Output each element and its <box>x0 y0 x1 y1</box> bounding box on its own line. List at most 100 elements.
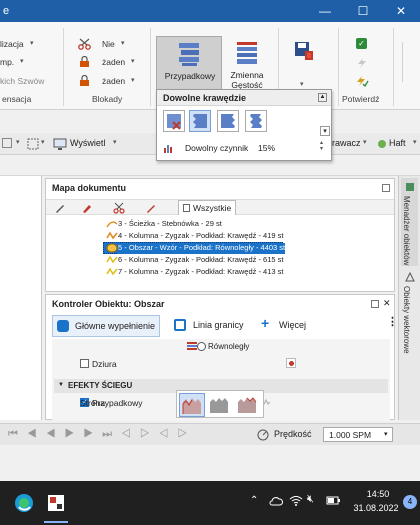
tab-glowne-wypelnienie[interactable]: Główne wypełnienie <box>52 315 160 337</box>
strona-option-both[interactable] <box>235 393 261 417</box>
design-canvas[interactable] <box>0 176 42 420</box>
app-icon[interactable] <box>46 493 66 513</box>
section-title: EFEKTY ŚCIEGU <box>68 381 133 390</box>
wyswietl-menu[interactable]: Wyświetl <box>70 138 105 148</box>
factor-spinner[interactable]: ▴ ▾ <box>320 140 323 152</box>
radio-rownolegly[interactable] <box>197 342 206 351</box>
lightning-check-icon[interactable] <box>355 75 369 87</box>
speed-icon <box>257 429 269 441</box>
chevron-down-icon[interactable]: ▾ <box>16 138 20 146</box>
random-edges-dropdown: Dowolne krawędzie ▲ ▾ Dowolny czynnik 15… <box>156 89 332 161</box>
both-sides-icon <box>238 397 257 413</box>
clock-time[interactable]: 14:50 <box>352 489 404 499</box>
list-scrollbar[interactable] <box>382 219 392 289</box>
pen-icon[interactable] <box>54 202 66 214</box>
column-icon <box>106 231 118 240</box>
chevron-up-icon[interactable]: ⌃ <box>250 495 258 506</box>
left-edge-icon <box>193 114 207 128</box>
doc-map-panel: Mapa dokumentu Wszystkie 3 - Ścieżka - S… <box>45 178 395 292</box>
tab-wiecej[interactable]: Więcej <box>279 320 306 330</box>
chevron-down-icon[interactable]: ▾ <box>121 39 125 47</box>
edge-option-left[interactable] <box>189 110 211 132</box>
factor-icon <box>164 145 172 153</box>
chevron-down-icon[interactable]: ▾ <box>20 57 24 65</box>
volume-muted-icon[interactable]: 🔇︎ <box>307 493 314 506</box>
list-item[interactable]: 7 - Kolumna - Zygzak - Podkład: Krawędź … <box>118 267 284 278</box>
chevron-down-icon[interactable]: ▾ <box>41 138 45 146</box>
cloud-icon[interactable] <box>269 495 283 507</box>
dziura-checkbox[interactable] <box>80 359 89 368</box>
checkmark-icon[interactable]: ✓ <box>356 38 367 49</box>
blokady-zaden-2[interactable]: żaden <box>102 76 125 86</box>
haft-menu[interactable]: Haft <box>389 138 406 148</box>
list-item[interactable]: 4 - Kolumna - Zygzak - Podkład: Krawędź … <box>118 231 284 242</box>
chevron-down-icon[interactable]: ▾ <box>413 138 417 146</box>
panel-close-button[interactable]: ✕ <box>383 298 391 309</box>
chevron-down-icon[interactable]: ▼ <box>58 382 64 388</box>
brush-icon[interactable] <box>81 202 93 214</box>
plus-icon[interactable]: + <box>261 315 269 331</box>
filter-all-tab[interactable]: Wszystkie <box>178 200 236 215</box>
chevron-down-icon[interactable]: ▾ <box>113 138 117 146</box>
close-button[interactable]: ✕ <box>382 0 420 22</box>
ribbon-item-lizacja[interactable]: lizacja <box>0 39 24 49</box>
maximize-button[interactable]: ☐ <box>344 0 382 22</box>
edge-option-right[interactable] <box>217 110 239 132</box>
more-menu-icon[interactable]: ⋮ <box>387 315 398 328</box>
przypadkowy-button[interactable]: Przypadkowy <box>156 36 222 90</box>
playback-controls[interactable]: ⏮◀◀▶▶⏭◁▷◁▷ <box>8 428 196 441</box>
edge-option-none[interactable] <box>163 110 185 132</box>
frame-icon[interactable] <box>26 137 40 151</box>
speed-select[interactable]: 1.000 SPM ▾ <box>323 427 393 442</box>
krawacz-menu[interactable]: rawacz <box>332 138 361 148</box>
left-side-icon <box>182 398 201 414</box>
outline-icon[interactable] <box>174 319 186 331</box>
ribbon-separator <box>393 28 394 106</box>
collapse-button[interactable]: ▲ <box>318 93 327 102</box>
pen-slash-icon[interactable] <box>145 202 157 214</box>
blokady-zaden-1[interactable]: żaden <box>102 57 125 67</box>
minimize-button[interactable]: — <box>306 0 344 22</box>
chevron-down-icon[interactable]: ▾ <box>131 57 135 65</box>
ribbon-item-mp[interactable]: mp. <box>0 57 14 67</box>
ribbon-item-kich-szwow[interactable]: kich Szwów <box>0 76 44 86</box>
list-item-selected[interactable]: 5 - Obszar - Wzór - Podkład: Równoległy … <box>118 243 286 254</box>
list-item[interactable]: 3 - Ścieżka - Stebnówka - 29 st <box>118 219 222 230</box>
radio-label: Równoległy <box>208 342 250 351</box>
variable-density-icon <box>237 42 257 64</box>
clock-date[interactable]: 31.08.2022 <box>347 503 405 513</box>
chevron-down-icon[interactable]: ▾ <box>300 80 304 88</box>
browser-icon[interactable] <box>14 493 34 513</box>
panel-restore-button[interactable] <box>382 184 390 192</box>
display-icon[interactable] <box>53 137 67 151</box>
chevron-down-icon[interactable]: ▾ <box>30 39 34 47</box>
speed-value: 1.000 SPM <box>329 430 372 440</box>
save-color-icon[interactable] <box>293 40 315 62</box>
factor-value-input[interactable]: 15% <box>258 143 275 153</box>
blokady-nie[interactable]: Nie <box>102 39 115 49</box>
tab-object-manager[interactable]: Menadżer obiektów <box>402 196 411 265</box>
grid-icon[interactable] <box>2 138 12 148</box>
zmienna-gestosc-button[interactable]: Zmienna Gęstość <box>224 36 270 94</box>
doc-map-title: Mapa dokumentu <box>52 183 127 193</box>
strona-option-left[interactable] <box>179 393 205 417</box>
chevron-down-icon[interactable]: ▾ <box>363 138 367 146</box>
scissors-icon[interactable] <box>113 202 125 214</box>
random-edge-icon <box>179 43 199 66</box>
strona-option-right[interactable] <box>207 393 233 417</box>
more-options-button[interactable]: ▾ <box>320 126 330 136</box>
panel-restore-button[interactable] <box>371 300 379 308</box>
right-side-icon <box>210 398 228 413</box>
lightning-icon[interactable] <box>355 57 369 69</box>
tab-vector-objects[interactable]: Obiekty wektorowe <box>402 286 411 354</box>
chevron-down-icon[interactable]: ▾ <box>131 76 135 84</box>
hole-tool-button[interactable] <box>286 358 296 368</box>
tab-linia-granicy[interactable]: Linia granicy <box>193 320 244 330</box>
list-item[interactable]: 6 - Kolumna - Zygzak - Podkład: Krawędź … <box>118 255 284 266</box>
wifi-icon[interactable] <box>289 495 303 507</box>
ribbon-group-label: Potwierdź <box>342 94 380 104</box>
battery-icon[interactable] <box>326 496 340 506</box>
notification-badge[interactable]: 4 <box>403 495 417 509</box>
column-icon <box>106 255 118 264</box>
edge-option-both[interactable] <box>245 110 267 132</box>
